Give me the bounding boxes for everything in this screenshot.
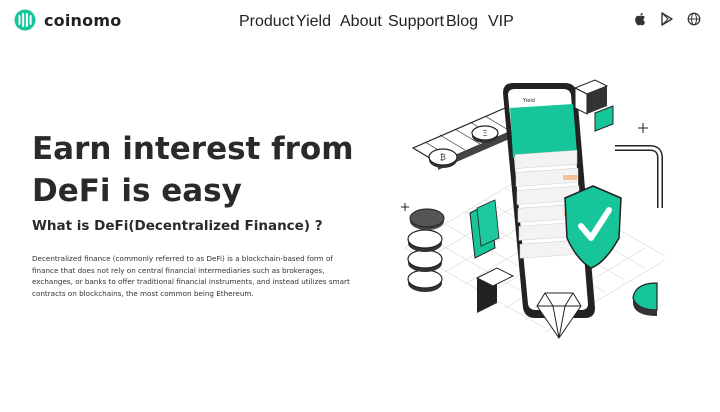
coin-stack bbox=[407, 208, 445, 292]
apple-icon[interactable] bbox=[634, 12, 647, 26]
play-store-icon[interactable] bbox=[661, 12, 673, 26]
nav-item-support[interactable]: Support bbox=[388, 13, 444, 31]
nav-item-about[interactable]: About bbox=[340, 13, 382, 31]
nav-item-yield[interactable]: Yield bbox=[296, 13, 331, 31]
brand-name: coinomo bbox=[44, 10, 122, 30]
hero-subtitle: What is DeFi(Decentralized Finance) ? bbox=[32, 218, 323, 234]
globe-icon[interactable] bbox=[687, 12, 701, 26]
hero-description: Decentralized finance (commonly referred… bbox=[32, 254, 350, 298]
cash-stack bbox=[469, 199, 500, 259]
brand-logo[interactable]: coinomo bbox=[14, 9, 121, 31]
phone-screen-title: Yield bbox=[522, 98, 535, 104]
svg-text:₿: ₿ bbox=[440, 153, 446, 162]
coinomo-logo-icon bbox=[14, 9, 36, 31]
hero-title-line2: DeFi is easy bbox=[32, 173, 242, 209]
hero-title: Earn interest from DeFi is easy bbox=[32, 128, 372, 212]
pipe bbox=[615, 145, 663, 208]
svg-text:Ξ: Ξ bbox=[482, 129, 487, 138]
pie-chart-piece bbox=[632, 282, 658, 316]
nav-item-blog[interactable]: Blog bbox=[446, 13, 478, 31]
defi-illustration: ₿ Ξ Yield bbox=[401, 79, 666, 339]
nav-item-vip[interactable]: VIP bbox=[488, 13, 514, 31]
diamond-icon bbox=[536, 292, 582, 339]
boxes bbox=[573, 79, 614, 132]
hero-title-line1: Earn interest from bbox=[32, 131, 354, 167]
site-header: coinomo Product Yield About Support Blog… bbox=[0, 0, 720, 40]
nav-item-product[interactable]: Product bbox=[239, 13, 294, 31]
